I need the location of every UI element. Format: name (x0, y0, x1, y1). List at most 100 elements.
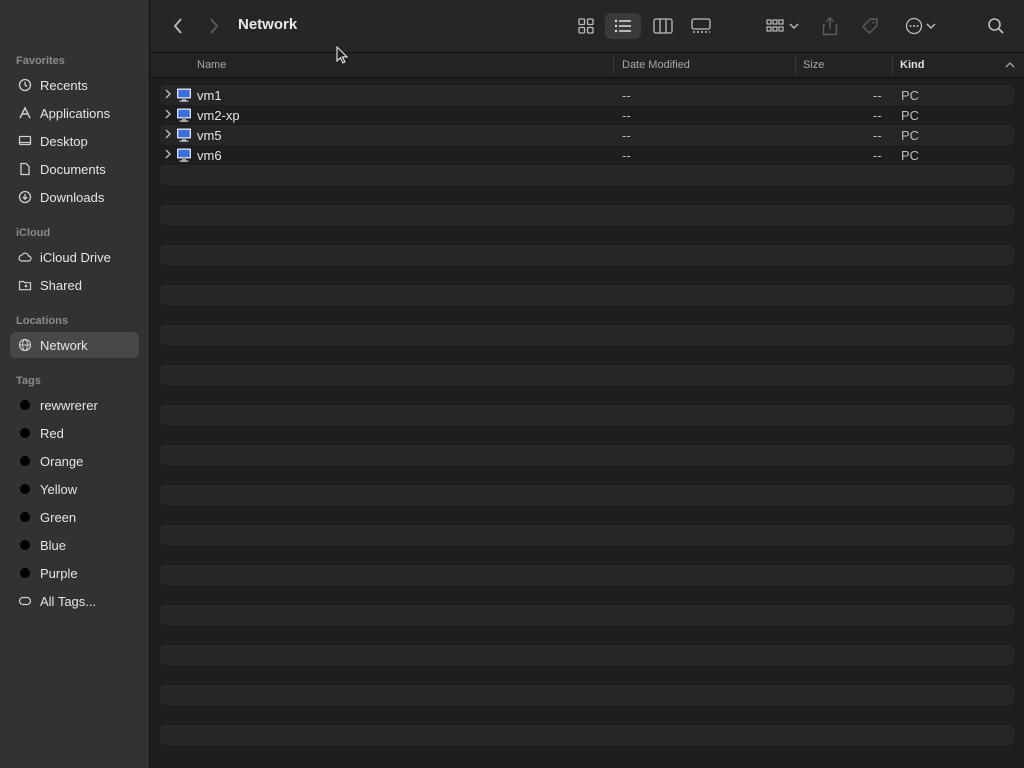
sidebar-item-label: Applications (40, 105, 111, 121)
row-name: vm6 (197, 148, 222, 163)
document-icon (18, 162, 32, 176)
disclosure-chevron-icon[interactable] (164, 88, 172, 100)
sidebar-item-documents[interactable]: Documents (10, 156, 139, 182)
tag-dot-icon (20, 540, 30, 550)
action-button[interactable] (900, 14, 940, 38)
sidebar-tag-yellow[interactable]: Yellow (10, 476, 139, 502)
row-kind: PC (901, 108, 920, 123)
sidebar-tag-green[interactable]: Green (10, 504, 139, 530)
row-name: vm2-xp (197, 108, 240, 123)
share-icon (822, 17, 838, 36)
shared-folder-icon (18, 278, 32, 292)
row-stripe (160, 365, 1014, 385)
list-icon (614, 19, 631, 33)
chevron-left-icon (173, 18, 182, 34)
tag-dot-icon (20, 568, 30, 578)
icon-view-button[interactable] (570, 14, 602, 38)
disclosure-chevron-icon[interactable] (164, 128, 172, 140)
column-view-button[interactable] (647, 14, 679, 38)
sidebar-item-downloads[interactable]: Downloads (10, 184, 139, 210)
sidebar-tag-blue[interactable]: Blue (10, 532, 139, 558)
column-divider[interactable] (795, 56, 796, 74)
file-list: vm1 -- -- PC vm2-xp -- -- PC vm5 -- -- P… (150, 78, 1024, 768)
column-divider[interactable] (613, 56, 614, 74)
column-header: Name Date Modified Size Kind (150, 53, 1024, 78)
chevron-down-icon (789, 23, 798, 29)
sidebar-item-network[interactable]: Network (10, 332, 139, 358)
gallery-view-button[interactable] (685, 14, 717, 38)
tag-dot-icon (20, 400, 30, 410)
group-grid-icon (765, 19, 784, 32)
share-button[interactable] (818, 14, 842, 38)
sidebar-item-label: iCloud Drive (40, 249, 111, 265)
globe-icon (18, 338, 32, 352)
section-favorites: Favorites (16, 55, 65, 67)
table-row[interactable]: vm5 -- -- PC (160, 125, 1014, 145)
search-button[interactable] (984, 14, 1008, 38)
sidebar-all-tags[interactable]: All Tags... (10, 588, 139, 614)
sidebar-item-label: Purple (40, 565, 78, 581)
row-kind: PC (901, 88, 920, 103)
row-date: -- (622, 108, 631, 123)
sort-ascending-icon[interactable] (1005, 61, 1015, 68)
sidebar-item-label: Network (40, 337, 88, 353)
disclosure-chevron-icon[interactable] (164, 148, 172, 160)
sidebar-tag-rewwrerer[interactable]: rewwrerer (10, 392, 139, 418)
column-kind[interactable]: Kind (900, 59, 924, 71)
row-size: -- (873, 88, 882, 103)
column-date-modified[interactable]: Date Modified (622, 59, 690, 71)
sidebar-item-desktop[interactable]: Desktop (10, 128, 139, 154)
sidebar-item-shared[interactable]: Shared (10, 272, 139, 298)
clock-icon (18, 78, 32, 92)
row-stripe (160, 685, 1014, 705)
tag-dot-icon (20, 484, 30, 494)
row-name: vm1 (197, 88, 222, 103)
column-name[interactable]: Name (197, 59, 226, 71)
table-row[interactable]: vm6 -- -- PC (160, 145, 1014, 165)
list-view-button[interactable] (605, 13, 641, 39)
cloud-icon (18, 250, 32, 264)
tag-button[interactable] (858, 14, 882, 38)
row-stripe (160, 245, 1014, 265)
column-size[interactable]: Size (803, 59, 824, 71)
row-name: vm5 (197, 128, 222, 143)
sidebar-item-recents[interactable]: Recents (10, 72, 139, 98)
sidebar-tag-red[interactable]: Red (10, 420, 139, 446)
chevron-down-icon (926, 23, 935, 29)
tag-dot-icon (20, 512, 30, 522)
row-stripe (160, 605, 1014, 625)
pc-icon (177, 148, 191, 162)
sidebar: Favorites Recents Applications Desktop D… (0, 0, 150, 768)
pc-icon (177, 128, 191, 142)
sidebar-item-icloud-drive[interactable]: iCloud Drive (10, 244, 139, 270)
sidebar-item-label: Desktop (40, 133, 88, 149)
sidebar-tag-purple[interactable]: Purple (10, 560, 139, 586)
row-stripe (160, 445, 1014, 465)
section-icloud: iCloud (16, 227, 51, 239)
disclosure-chevron-icon[interactable] (164, 108, 172, 120)
sidebar-item-label: Downloads (40, 189, 105, 205)
toolbar: Network (150, 0, 1024, 53)
row-stripe (160, 565, 1014, 585)
row-date: -- (622, 148, 631, 163)
applications-icon (18, 106, 32, 120)
row-stripe (160, 405, 1014, 425)
column-divider[interactable] (892, 56, 893, 74)
sidebar-item-label: Blue (40, 537, 67, 553)
pc-icon (177, 88, 191, 102)
search-icon (988, 18, 1004, 34)
grid-icon (578, 18, 594, 34)
row-stripe (160, 525, 1014, 545)
table-row[interactable]: vm1 -- -- PC (160, 85, 1014, 105)
table-row[interactable]: vm2-xp -- -- PC (160, 105, 1014, 125)
window-title: Network (238, 16, 298, 33)
sidebar-tag-orange[interactable]: Orange (10, 448, 139, 474)
group-by-button[interactable] (762, 14, 802, 38)
chevron-right-icon (210, 18, 219, 34)
forward-button[interactable] (204, 14, 224, 38)
row-size: -- (873, 108, 882, 123)
tag-outline-icon (18, 594, 32, 608)
sidebar-item-applications[interactable]: Applications (10, 100, 139, 126)
back-button[interactable] (168, 14, 188, 38)
row-stripe (160, 725, 1014, 745)
